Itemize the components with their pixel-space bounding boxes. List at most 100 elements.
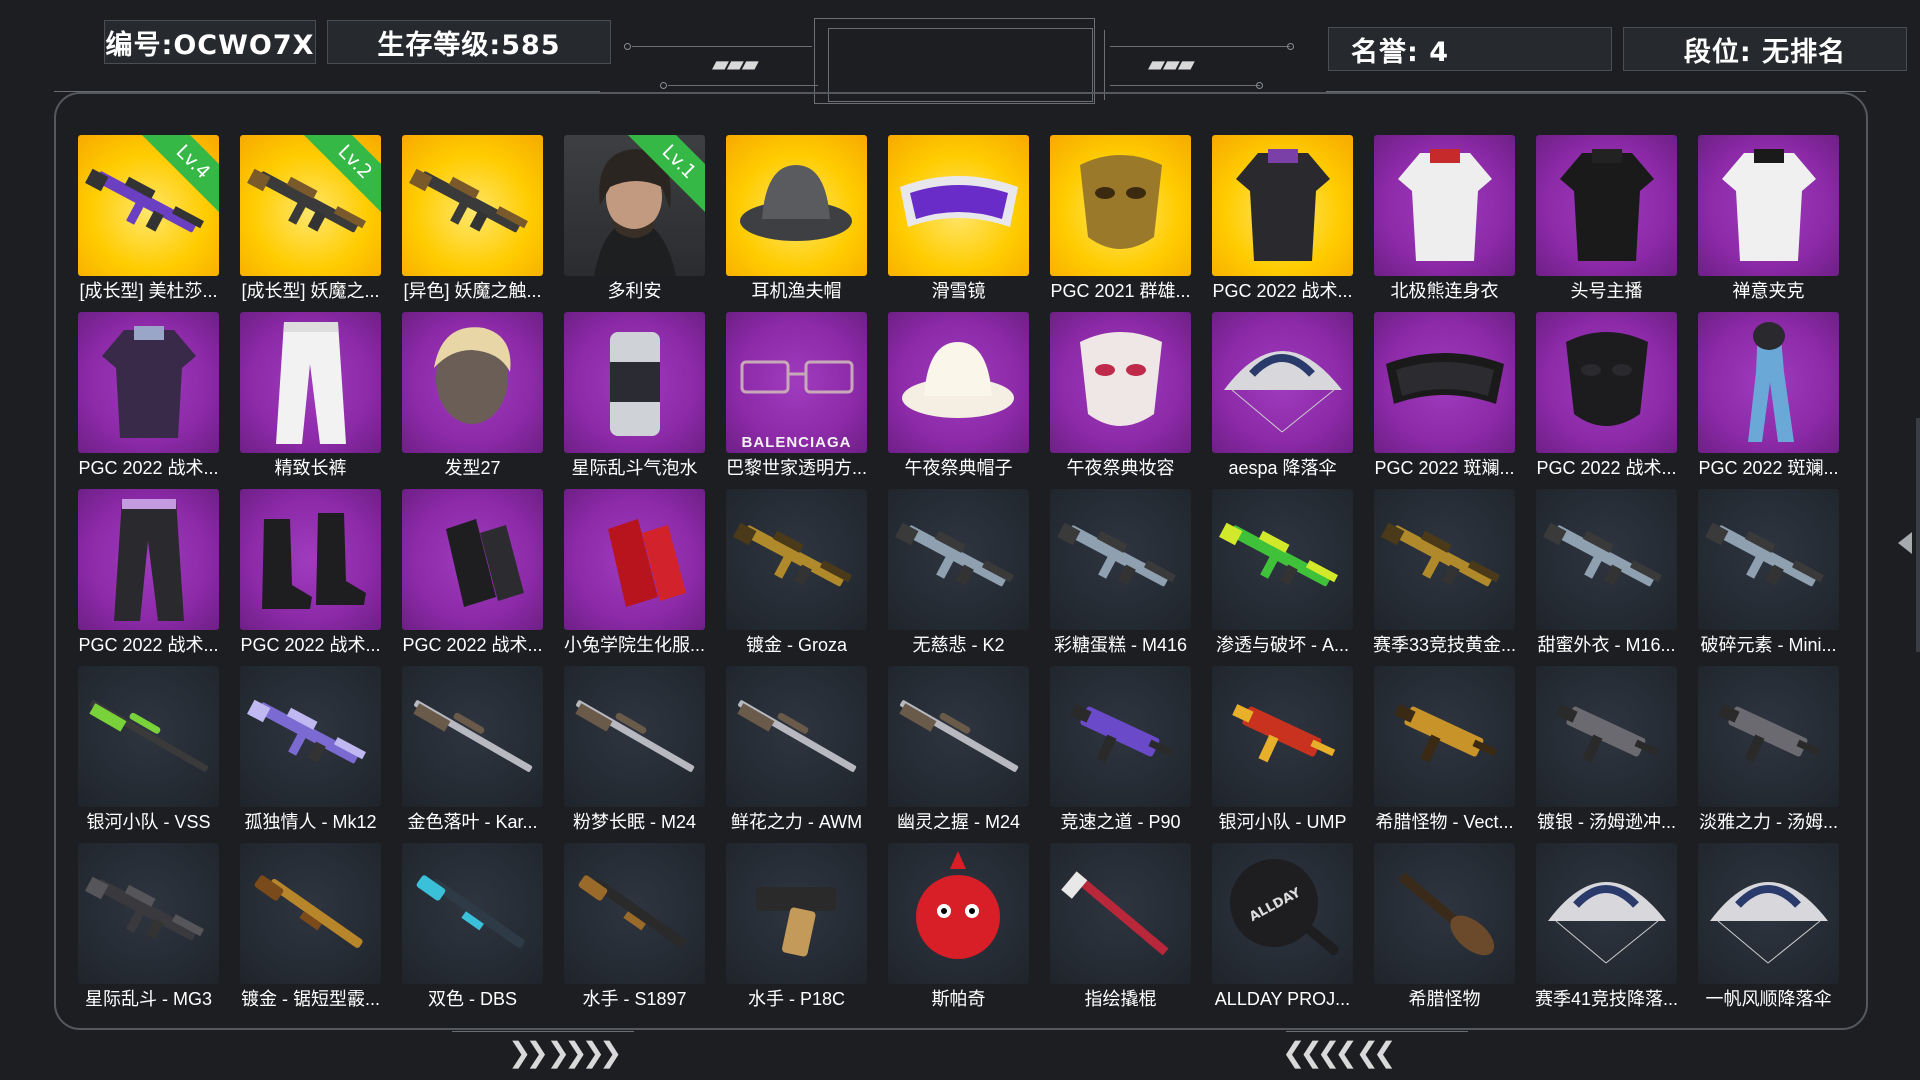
item-tile[interactable] [1536,489,1677,630]
inventory-item[interactable]: Lv.2 [成长型] 妖魔之... [240,135,381,301]
item-tile[interactable] [78,312,219,453]
item-tile[interactable] [564,312,705,453]
inventory-item[interactable]: 星际乱斗气泡水 [564,312,705,478]
inventory-item[interactable]: 彩糖蛋糕 - M416 [1050,489,1191,655]
inventory-item[interactable]: 无慈悲 - K2 [888,489,1029,655]
item-tile[interactable] [888,489,1029,630]
inventory-item[interactable]: 星际乱斗 - MG3 [78,843,219,1009]
inventory-item[interactable]: 午夜祭典妆容 [1050,312,1191,478]
item-tile[interactable] [78,666,219,807]
scroll-right-arrows-icon[interactable]: ❯❯ ❯❯❯❯ [508,1036,622,1069]
item-tile[interactable] [240,489,381,630]
inventory-item[interactable]: 甜蜜外衣 - M16... [1536,489,1677,655]
inventory-item[interactable]: PGC 2022 斑斓... [1374,312,1515,478]
inventory-item[interactable]: 北极熊连身衣 [1374,135,1515,301]
inventory-item[interactable]: 淡雅之力 - 汤姆... [1698,666,1839,832]
inventory-item[interactable]: 希腊怪物 - Vect... [1374,666,1515,832]
inventory-item[interactable]: PGC 2022 战术... [78,489,219,655]
inventory-item[interactable]: Lv.4 [成长型] 美杜莎... [78,135,219,301]
inventory-item[interactable]: 午夜祭典帽子 [888,312,1029,478]
item-tile[interactable] [78,843,219,984]
item-tile[interactable] [726,666,867,807]
inventory-item[interactable]: 镀银 - 汤姆逊冲... [1536,666,1677,832]
item-tile[interactable] [1536,843,1677,984]
inventory-item[interactable]: Lv.1 多利安 [564,135,705,301]
inventory-item[interactable]: 破碎元素 - Mini... [1698,489,1839,655]
inventory-item[interactable]: PGC 2022 战术... [1536,312,1677,478]
item-tile[interactable] [726,843,867,984]
inventory-item[interactable]: 孤独情人 - Mk12 [240,666,381,832]
item-tile[interactable] [888,135,1029,276]
item-tile[interactable] [564,489,705,630]
inventory-item[interactable]: 水手 - P18C [726,843,867,1009]
item-tile[interactable] [888,312,1029,453]
inventory-item[interactable]: 竞速之道 - P90 [1050,666,1191,832]
item-tile[interactable] [240,312,381,453]
item-tile[interactable] [564,666,705,807]
item-tile[interactable]: Lv.2 [240,135,381,276]
item-tile[interactable] [1212,135,1353,276]
inventory-item[interactable]: 粉梦长眠 - M24 [564,666,705,832]
item-tile[interactable] [1698,666,1839,807]
inventory-item[interactable]: 斯帕奇 [888,843,1029,1009]
inventory-item[interactable]: 渗透与破坏 - A... [1212,489,1353,655]
item-tile[interactable] [1050,489,1191,630]
item-tile[interactable] [1374,843,1515,984]
inventory-item[interactable]: aespa 降落伞 [1212,312,1353,478]
inventory-item[interactable]: PGC 2022 战术... [1212,135,1353,301]
item-tile[interactable] [78,489,219,630]
item-tile[interactable] [1698,489,1839,630]
item-tile[interactable]: Lv.1 [564,135,705,276]
inventory-item[interactable]: 小兔学院生化服... [564,489,705,655]
item-tile[interactable] [402,312,543,453]
item-tile[interactable] [402,843,543,984]
inventory-item[interactable]: 水手 - S1897 [564,843,705,1009]
item-tile[interactable] [1536,312,1677,453]
inventory-item[interactable]: 精致长裤 [240,312,381,478]
item-tile[interactable] [1050,843,1191,984]
inventory-item[interactable]: 发型27 [402,312,543,478]
inventory-item[interactable]: 滑雪镜 [888,135,1029,301]
item-tile[interactable] [1374,666,1515,807]
inventory-item[interactable]: 银河小队 - VSS [78,666,219,832]
side-scrollbar[interactable] [1916,418,1920,652]
item-tile[interactable] [888,843,1029,984]
item-tile[interactable] [1050,135,1191,276]
item-tile[interactable] [402,135,543,276]
inventory-item[interactable]: 希腊怪物 [1374,843,1515,1009]
collapse-arrow-icon[interactable] [1898,532,1912,554]
item-tile[interactable] [1050,666,1191,807]
item-tile[interactable] [1374,489,1515,630]
inventory-item[interactable]: 幽灵之握 - M24 [888,666,1029,832]
inventory-item[interactable]: PGC 2021 群雄... [1050,135,1191,301]
inventory-item[interactable]: 禅意夹克 [1698,135,1839,301]
item-tile[interactable] [1050,312,1191,453]
inventory-item[interactable]: 一帆风顺降落伞 [1698,843,1839,1009]
item-tile[interactable] [1698,312,1839,453]
item-tile[interactable] [240,843,381,984]
item-tile[interactable] [888,666,1029,807]
item-tile[interactable] [1536,135,1677,276]
inventory-item[interactable]: PGC 2022 战术... [402,489,543,655]
inventory-item[interactable]: 银河小队 - UMP [1212,666,1353,832]
inventory-item[interactable]: 赛季41竞技降落... [1535,843,1678,1009]
item-tile[interactable] [240,666,381,807]
inventory-item[interactable]: PGC 2022 战术... [78,312,219,478]
item-tile[interactable]: Lv.4 [78,135,219,276]
item-tile[interactable] [1212,489,1353,630]
item-tile[interactable] [402,489,543,630]
inventory-item[interactable]: 耳机渔夫帽 [726,135,867,301]
inventory-item[interactable]: 头号主播 [1536,135,1677,301]
inventory-item[interactable]: [异色] 妖魔之触... [402,135,543,301]
inventory-item[interactable]: PGC 2022 斑斓... [1698,312,1839,478]
inventory-item[interactable]: ALLDAY ALLDAY PROJ... [1212,843,1353,1009]
item-tile[interactable]: ALLDAY [1212,843,1353,984]
item-tile[interactable] [1374,135,1515,276]
item-tile[interactable] [1212,312,1353,453]
inventory-item[interactable]: 镀金 - 锯短型霰... [240,843,381,1009]
item-tile[interactable] [402,666,543,807]
inventory-item[interactable]: 鲜花之力 - AWM [726,666,867,832]
inventory-item[interactable]: 镀金 - Groza [726,489,867,655]
inventory-item[interactable]: 指绘撬棍 [1050,843,1191,1009]
item-tile[interactable] [726,135,867,276]
